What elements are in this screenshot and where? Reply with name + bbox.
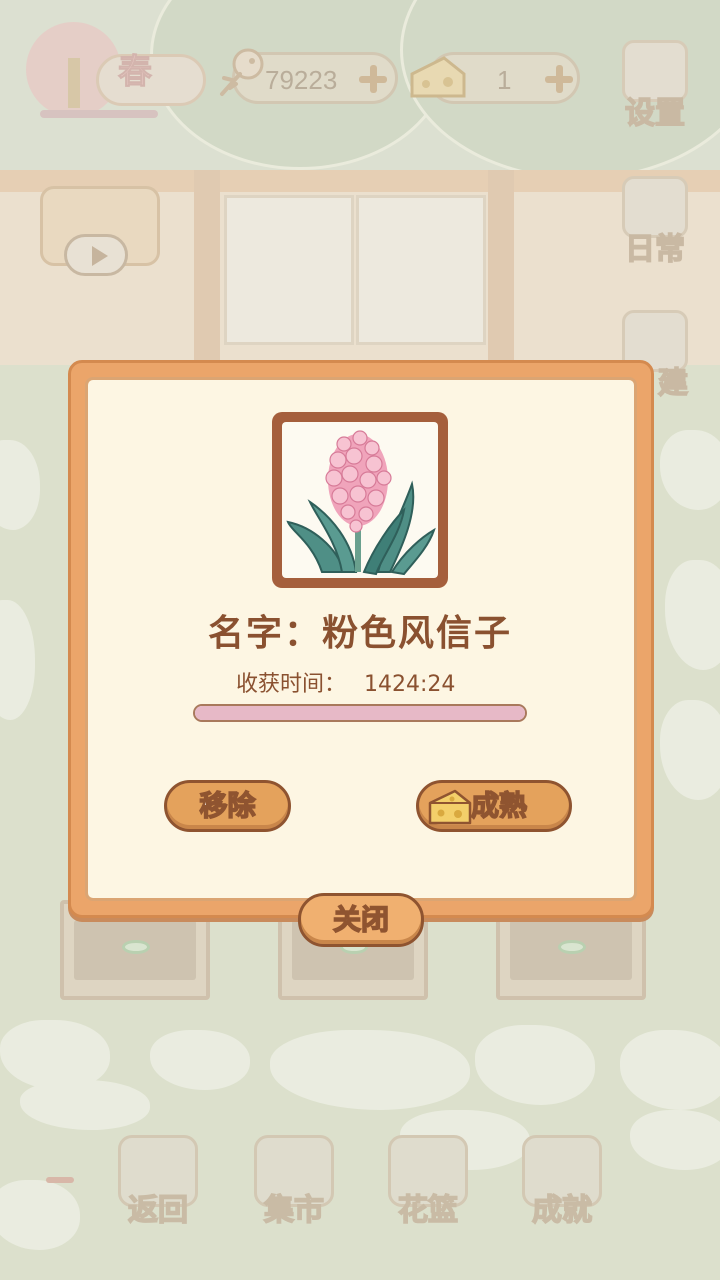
harvest-time-row: 收获时间： 1424:24 (236, 666, 455, 698)
nav-market[interactable]: 集市 (246, 1135, 342, 1229)
mature-button-label: 成熟 (470, 788, 528, 823)
hyacinth-icon (286, 430, 436, 576)
play-ad-button[interactable] (64, 234, 128, 276)
harvest-time-label: 收获时间： (236, 672, 347, 697)
add-cheese-button[interactable] (543, 63, 575, 95)
collapse-handle[interactable] (46, 1177, 74, 1183)
nav-flower-basket[interactable]: 花篮 (380, 1135, 476, 1229)
remove-button[interactable]: 移除 (164, 780, 291, 832)
bottom-nav: 返回 集市 花篮 成就 (110, 1135, 620, 1235)
fish-count: 79223 (265, 65, 338, 95)
cheese-count: 1 (497, 65, 512, 95)
nav-achievements[interactable]: 成就 (514, 1135, 610, 1229)
fish-bone-icon (220, 48, 264, 96)
season-progress (40, 110, 158, 118)
nav-back[interactable]: 返回 (110, 1135, 206, 1229)
cheese-icon (410, 56, 466, 98)
harvest-time-value: 1424:24 (364, 672, 456, 697)
season-indicator[interactable] (26, 22, 206, 117)
add-fish-button[interactable] (357, 63, 389, 95)
mature-button[interactable]: 成熟 (416, 780, 572, 832)
plant-portrait (272, 412, 448, 588)
growth-progress-bar (193, 704, 527, 722)
close-button[interactable]: 关闭 (298, 893, 424, 947)
daily-button[interactable]: 日常 (616, 176, 694, 268)
season-label: 春 (118, 52, 153, 93)
settings-button[interactable]: 设置 (616, 40, 694, 132)
plant-name: 名字：粉色风信子 (207, 613, 512, 654)
growth-progress-fill (195, 706, 525, 720)
cheese-icon (428, 789, 472, 825)
